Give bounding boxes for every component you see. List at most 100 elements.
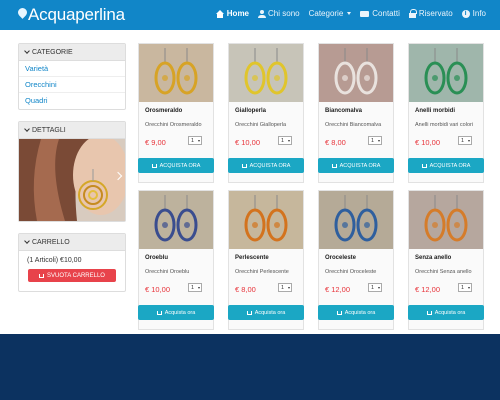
product-description: Orecchini Oroceleste bbox=[325, 269, 377, 275]
chevron-down-icon bbox=[198, 286, 200, 289]
nav-categorie-dropdown[interactable]: Categorie bbox=[309, 9, 352, 18]
quantity-value: 1 bbox=[281, 284, 285, 291]
quantity-select[interactable]: 1 bbox=[368, 136, 382, 145]
buy-now-button[interactable]: ACQUISTA ORA bbox=[318, 158, 394, 173]
nav-categorie-label: Categorie bbox=[308, 9, 344, 18]
product-image[interactable] bbox=[139, 44, 213, 102]
buy-now-button[interactable]: ACQUISTA ORA bbox=[408, 158, 484, 173]
product-card[interactable]: Perlescente Orecchini Perlescente € 8,00… bbox=[228, 190, 304, 330]
quantity-select[interactable]: 1 bbox=[458, 136, 472, 145]
product-card[interactable]: Anelli morbidi Anelli morbidi vari color… bbox=[408, 43, 484, 183]
product-card[interactable]: Oroceleste Orecchini Oroceleste € 12,00 … bbox=[318, 190, 394, 330]
product-title: Senza anello bbox=[415, 255, 452, 261]
quantity-select[interactable]: 1 bbox=[278, 136, 292, 145]
cart-summary: (1 Articoli) €10,00 bbox=[27, 257, 82, 264]
product-card[interactable]: Senza anello Orecchini Senza anello € 12… bbox=[408, 190, 484, 330]
chevron-down-icon bbox=[198, 139, 200, 142]
buy-now-button[interactable]: Acquista ora bbox=[228, 305, 304, 320]
category-link-varieta[interactable]: Varietà bbox=[19, 61, 125, 77]
categories-panel: CATEGORIE Varietà Orecchini Quadri bbox=[18, 43, 126, 110]
buy-now-label: ACQUISTA ORA bbox=[429, 162, 471, 169]
category-link-quadri[interactable]: Quadri bbox=[19, 93, 125, 109]
product-card[interactable]: Oroeblu Orecchini Oroeblu € 10,00 1 Acqu… bbox=[138, 190, 214, 330]
user-icon bbox=[258, 9, 267, 18]
product-title: Biancomalva bbox=[325, 108, 363, 114]
brand-logo[interactable]: Acquaperlina bbox=[16, 5, 125, 25]
cart-icon bbox=[156, 310, 162, 315]
cart-icon bbox=[39, 273, 45, 278]
details-carousel-image bbox=[19, 139, 125, 221]
cart-panel: CARRELLO (1 Articoli) €10,00 SVUOTA CARR… bbox=[18, 233, 126, 292]
category-link-orecchini[interactable]: Orecchini bbox=[19, 77, 125, 93]
categories-title: CATEGORIE bbox=[32, 48, 73, 56]
product-price: € 8,00 bbox=[325, 138, 346, 147]
quantity-select[interactable]: 1 bbox=[188, 283, 202, 292]
product-title: Gialloperla bbox=[235, 108, 267, 114]
buy-now-label: ACQUISTA ORA bbox=[249, 162, 291, 169]
main-nav: Home Chi sono Categorie Contatti Riserva… bbox=[215, 8, 486, 18]
buy-now-button[interactable]: Acquista ora bbox=[408, 305, 484, 320]
lock-icon bbox=[408, 8, 417, 18]
nav-riservato[interactable]: Riservato bbox=[408, 8, 453, 18]
product-price: € 12,00 bbox=[415, 285, 441, 294]
details-panel-header[interactable]: DETTAGLI bbox=[19, 122, 125, 139]
product-image[interactable] bbox=[319, 191, 393, 249]
home-icon bbox=[215, 9, 224, 18]
quantity-value: 1 bbox=[461, 137, 465, 144]
cart-icon bbox=[336, 310, 342, 315]
quantity-select[interactable]: 1 bbox=[188, 136, 202, 145]
product-image[interactable] bbox=[229, 44, 303, 102]
product-price: € 12,00 bbox=[325, 285, 351, 294]
quantity-select[interactable]: 1 bbox=[278, 283, 292, 292]
quantity-value: 1 bbox=[281, 137, 285, 144]
product-card[interactable]: Biancomalva Orecchini Biancomalva € 8,00… bbox=[318, 43, 394, 183]
buy-now-button[interactable]: Acquista ora bbox=[138, 305, 214, 320]
nav-home[interactable]: Home bbox=[215, 9, 249, 18]
nav-contatti-label: Contatti bbox=[372, 9, 400, 18]
buy-now-button[interactable]: ACQUISTA ORA bbox=[228, 158, 304, 173]
chevron-down-icon bbox=[288, 139, 290, 142]
product-image[interactable] bbox=[139, 191, 213, 249]
brand-name: Acquaperlina bbox=[28, 5, 125, 24]
buy-now-label: Acquista ora bbox=[434, 309, 466, 316]
cart-panel-header[interactable]: CARRELLO bbox=[19, 234, 125, 251]
nav-info[interactable]: i Info bbox=[461, 9, 486, 18]
quantity-select[interactable]: 1 bbox=[368, 283, 382, 292]
product-price: € 9,00 bbox=[145, 138, 166, 147]
details-panel: DETTAGLI bbox=[18, 121, 126, 222]
product-description: Orecchini Gialloperla bbox=[235, 122, 287, 128]
product-image[interactable] bbox=[229, 191, 303, 249]
buy-now-button[interactable]: Acquista ora bbox=[318, 305, 394, 320]
quantity-select[interactable]: 1 bbox=[458, 283, 472, 292]
nav-chi-sono[interactable]: Chi sono bbox=[258, 9, 300, 18]
water-drop-icon bbox=[16, 5, 29, 19]
quantity-value: 1 bbox=[371, 137, 375, 144]
product-image[interactable] bbox=[319, 44, 393, 102]
buy-now-label: ACQUISTA ORA bbox=[339, 162, 381, 169]
cart-icon bbox=[246, 310, 252, 315]
categories-panel-header[interactable]: CATEGORIE bbox=[19, 44, 125, 61]
product-description: Orecchini Senza anello bbox=[415, 269, 472, 275]
product-description: Orecchini Biancomalva bbox=[325, 122, 382, 128]
cart-title: CARRELLO bbox=[32, 238, 70, 246]
chevron-down-icon bbox=[288, 286, 290, 289]
product-description: Orecchini Perlescente bbox=[235, 269, 289, 275]
buy-now-button[interactable]: ACQUISTA ORA bbox=[138, 158, 214, 173]
nav-contatti[interactable]: Contatti bbox=[360, 9, 400, 18]
cart-icon bbox=[331, 163, 337, 168]
quantity-value: 1 bbox=[461, 284, 465, 291]
cart-icon bbox=[151, 163, 157, 168]
product-card[interactable]: Gialloperla Orecchini Gialloperla € 10,0… bbox=[228, 43, 304, 183]
product-price: € 10,00 bbox=[415, 138, 441, 147]
chevron-down-icon bbox=[468, 286, 470, 289]
quantity-value: 1 bbox=[191, 284, 195, 291]
empty-cart-button[interactable]: SVUOTA CARRELLO bbox=[28, 269, 116, 282]
product-title: Oroceleste bbox=[325, 255, 357, 261]
product-image[interactable] bbox=[409, 44, 483, 102]
product-image[interactable] bbox=[409, 191, 483, 249]
product-title: Perlescente bbox=[235, 255, 269, 261]
product-card[interactable]: Orosmeraldo Orecchini Orosmeraldo € 9,00… bbox=[138, 43, 214, 183]
product-grid: Orosmeraldo Orecchini Orosmeraldo € 9,00… bbox=[138, 43, 486, 330]
buy-now-label: Acquista ora bbox=[344, 309, 376, 316]
nav-riservato-label: Riservato bbox=[418, 9, 453, 18]
